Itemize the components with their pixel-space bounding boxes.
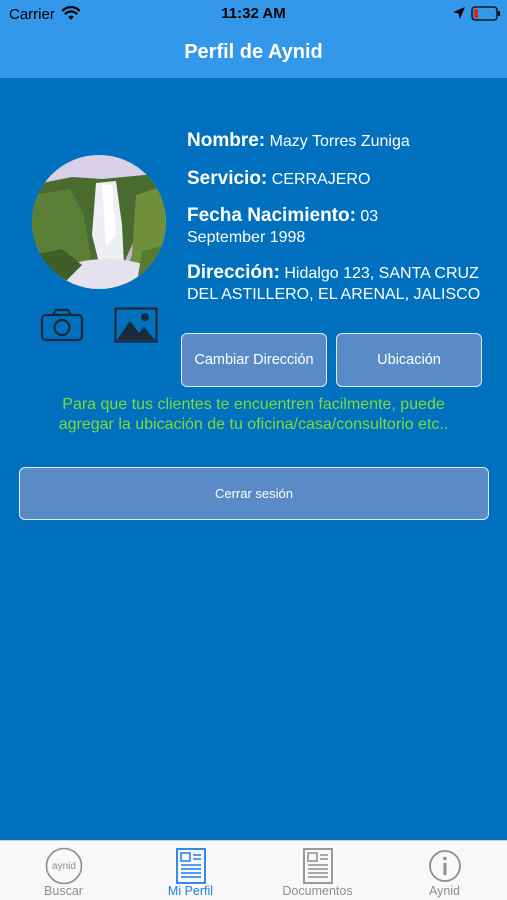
tab-buscar[interactable]: aynid Buscar xyxy=(0,841,127,900)
name-info: Nombre: Mazy Torres Zuniga xyxy=(187,130,487,152)
tab-label: Buscar xyxy=(44,884,83,898)
avatar[interactable] xyxy=(32,155,166,289)
aynid-logo-text: aynid xyxy=(52,861,76,872)
tab-bar: aynid Buscar Mi Perfil Documentos Aynid xyxy=(0,840,507,900)
birth-info: Fecha Nacimiento: 03 September 1998 xyxy=(187,205,417,248)
status-time: 11:32 AM xyxy=(221,5,286,22)
address-label: Dirección: xyxy=(187,262,280,283)
name-value: Mazy Torres Zuniga xyxy=(269,133,410,150)
tab-documentos[interactable]: Documentos xyxy=(254,841,381,900)
change-address-button[interactable]: Cambiar Dirección xyxy=(181,333,327,387)
birth-label: Fecha Nacimiento: xyxy=(187,205,356,226)
profile-document-icon xyxy=(176,848,206,884)
service-value: CERRAJERO xyxy=(271,171,371,188)
nav-bar: Perfil de Aynid xyxy=(0,30,507,78)
location-hint: Para que tus clientes te encuentren faci… xyxy=(0,395,507,435)
hint-line-2: agregar la ubicación de tu oficina/casa/… xyxy=(58,416,449,433)
gallery-icon[interactable] xyxy=(114,307,158,343)
battery-icon xyxy=(471,6,500,21)
info-icon xyxy=(429,850,461,882)
hint-line-1: Para que tus clientes te encuentren faci… xyxy=(62,396,445,413)
page-title: Perfil de Aynid xyxy=(184,41,323,63)
avatar-waterfall-image xyxy=(32,155,166,289)
status-bar: Carrier 11:32 AM xyxy=(0,0,507,30)
camera-icon[interactable] xyxy=(40,308,84,342)
name-label: Nombre: xyxy=(187,130,266,151)
logout-button[interactable]: Cerrar sesión xyxy=(19,467,489,520)
tab-mi-perfil[interactable]: Mi Perfil xyxy=(127,841,254,900)
tab-aynid[interactable]: Aynid xyxy=(381,841,507,900)
aynid-logo-icon: aynid xyxy=(45,847,83,885)
documents-icon xyxy=(303,848,333,884)
tab-label: Documentos xyxy=(282,884,353,898)
service-label: Servicio: xyxy=(187,168,268,189)
tab-label: Mi Perfil xyxy=(167,884,214,898)
tab-label: Aynid xyxy=(428,884,461,898)
location-button[interactable]: Ubicación xyxy=(336,333,482,387)
service-info: Servicio: CERRAJERO xyxy=(187,168,487,190)
location-arrow-icon xyxy=(453,7,465,19)
address-info: Dirección: Hidalgo 123, SANTA CRUZ DEL A… xyxy=(187,262,487,305)
